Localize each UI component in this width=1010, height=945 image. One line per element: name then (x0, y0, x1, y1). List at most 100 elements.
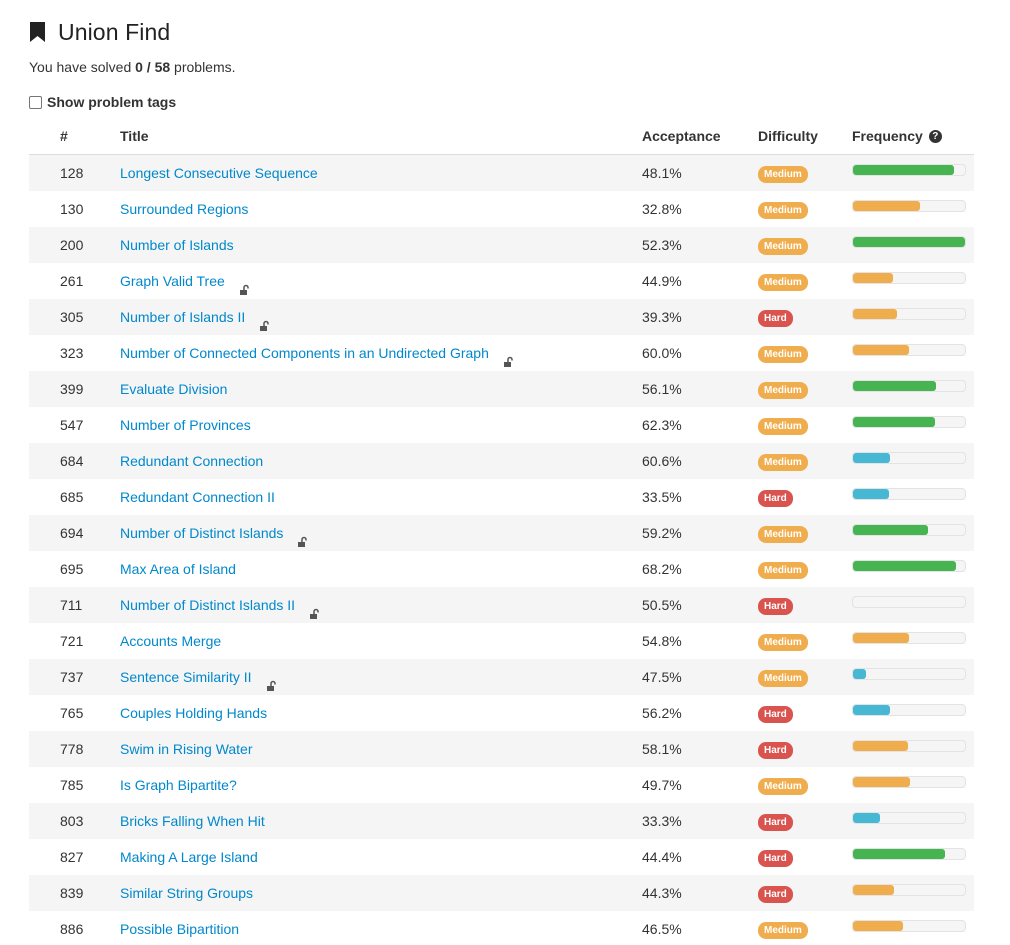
problem-number: 711 (60, 597, 83, 613)
problem-title-link[interactable]: Sentence Similarity II (120, 659, 252, 695)
table-body: 128 Longest Consecutive Sequence 48.1% Medi… (29, 155, 974, 945)
show-tags-checkbox[interactable] (29, 95, 42, 109)
difficulty-cell: Medium (758, 335, 808, 371)
difficulty-badge: Medium (758, 562, 808, 580)
problem-title-link[interactable]: Surrounded Regions (120, 191, 248, 227)
problem-title-link[interactable]: Max Area of Island (120, 551, 236, 587)
problem-title-cell: Number of Distinct Islands (120, 515, 308, 551)
acceptance-rate: 60.0% (642, 345, 682, 361)
problem-title-link[interactable]: Longest Consecutive Sequence (120, 155, 318, 191)
frequency-bar (852, 524, 966, 536)
problem-title-cell: Number of Provinces (120, 407, 251, 443)
difficulty-cell: Medium (758, 155, 808, 191)
frequency-bar-fill (853, 273, 894, 283)
frequency-bar (852, 488, 966, 500)
problem-number: 737 (60, 669, 84, 685)
problem-title-cell: Swim in Rising Water (120, 731, 253, 767)
unlock-icon (265, 669, 277, 691)
frequency-bar (852, 920, 966, 932)
frequency-bar (852, 668, 966, 680)
problem-title-link[interactable]: Couples Holding Hands (120, 695, 267, 731)
table-row: 827 Making A Large Island 44.4% Hard (29, 839, 974, 875)
problem-title-cell: Longest Consecutive Sequence (120, 155, 318, 191)
frequency-bar (852, 632, 966, 644)
problem-title-link[interactable]: Evaluate Division (120, 371, 227, 407)
problem-title-link[interactable]: Number of Distinct Islands (120, 515, 283, 551)
table-row: 765 Couples Holding Hands 56.2% Hard (29, 695, 974, 731)
problem-title-link[interactable]: Graph Valid Tree (120, 263, 225, 299)
table-row: 323 Number of Connected Components in an … (29, 335, 974, 371)
column-header-acceptance[interactable]: Acceptance (642, 128, 721, 144)
frequency-bar-fill (853, 309, 897, 319)
show-tags-label[interactable]: Show problem tags (47, 94, 176, 110)
difficulty-badge: Hard (758, 850, 793, 868)
difficulty-badge: Medium (758, 382, 808, 400)
problem-title-cell: Sentence Similarity II (120, 659, 277, 695)
table-row: 711 Number of Distinct Islands II 50.5% Har… (29, 587, 974, 623)
difficulty-badge: Hard (758, 310, 793, 328)
show-tags-toggle[interactable]: Show problem tags (29, 94, 176, 110)
acceptance-rate: 44.9% (642, 273, 682, 289)
acceptance-rate: 54.8% (642, 633, 682, 649)
problem-number: 778 (60, 741, 84, 757)
frequency-bar-fill (853, 813, 880, 823)
difficulty-cell: Medium (758, 515, 808, 551)
difficulty-cell: Hard (758, 839, 793, 875)
frequency-bar (852, 596, 966, 608)
problem-title-link[interactable]: Number of Provinces (120, 407, 251, 443)
frequency-bar (852, 704, 966, 716)
table-row: 684 Redundant Connection 60.6% Medium (29, 443, 974, 479)
problem-title-link[interactable]: Accounts Merge (120, 623, 221, 659)
table-row: 839 Similar String Groups 44.3% Hard (29, 875, 974, 911)
problem-title-link[interactable]: Similar String Groups (120, 875, 253, 911)
frequency-bar (852, 776, 966, 788)
frequency-header-label[interactable]: Frequency (852, 128, 923, 144)
table-row: 305 Number of Islands II 39.3% Hard (29, 299, 974, 335)
problem-number: 694 (60, 525, 84, 541)
frequency-bar-fill (853, 921, 904, 931)
problem-title-link[interactable]: Swim in Rising Water (120, 731, 253, 767)
problem-title-link[interactable]: Possible Bipartition (120, 911, 239, 945)
table-row: 685 Redundant Connection II 33.5% Hard (29, 479, 974, 515)
problem-title-cell: Redundant Connection (120, 443, 263, 479)
problem-title-cell: Bricks Falling When Hit (120, 803, 265, 839)
column-header-number[interactable]: # (60, 128, 68, 144)
problem-title-cell: Number of Distinct Islands II (120, 587, 320, 623)
frequency-bar-fill (853, 165, 954, 175)
frequency-bar-fill (853, 669, 867, 679)
frequency-bar-fill (853, 453, 890, 463)
solved-count: 0 / 58 (135, 59, 171, 75)
difficulty-cell: Medium (758, 551, 808, 587)
column-header-difficulty[interactable]: Difficulty (758, 128, 818, 144)
table-row: 547 Number of Provinces 62.3% Medium (29, 407, 974, 443)
difficulty-cell: Medium (758, 623, 808, 659)
problem-title-link[interactable]: Number of Islands II (120, 299, 245, 335)
difficulty-badge: Medium (758, 166, 808, 184)
frequency-bar-fill (853, 345, 909, 355)
problem-title-link[interactable]: Is Graph Bipartite? (120, 767, 237, 803)
difficulty-cell: Hard (758, 803, 793, 839)
frequency-bar-fill (853, 417, 935, 427)
frequency-bar (852, 344, 966, 356)
column-header-frequency[interactable]: Frequency ? (852, 128, 942, 144)
problem-title-link[interactable]: Redundant Connection (120, 443, 263, 479)
problem-title-link[interactable]: Redundant Connection II (120, 479, 275, 515)
difficulty-badge: Medium (758, 778, 808, 796)
problem-title-link[interactable]: Bricks Falling When Hit (120, 803, 265, 839)
acceptance-rate: 44.4% (642, 849, 682, 865)
problem-title-cell: Is Graph Bipartite? (120, 767, 237, 803)
column-header-title[interactable]: Title (120, 128, 149, 144)
problem-title-link[interactable]: Making A Large Island (120, 839, 258, 875)
question-circle-icon[interactable]: ? (928, 129, 942, 143)
problem-number: 886 (60, 921, 84, 937)
frequency-bar-fill (853, 633, 909, 643)
problem-title-link[interactable]: Number of Islands (120, 227, 234, 263)
acceptance-rate: 49.7% (642, 777, 682, 793)
problem-title-link[interactable]: Number of Distinct Islands II (120, 587, 295, 623)
problem-number: 721 (60, 633, 84, 649)
frequency-bar-fill (853, 561, 957, 571)
problem-title-link[interactable]: Number of Connected Components in an Und… (120, 335, 489, 371)
solved-summary: You have solved 0 / 58 problems. (29, 59, 236, 75)
difficulty-cell: Medium (758, 263, 808, 299)
problem-number: 685 (60, 489, 84, 505)
